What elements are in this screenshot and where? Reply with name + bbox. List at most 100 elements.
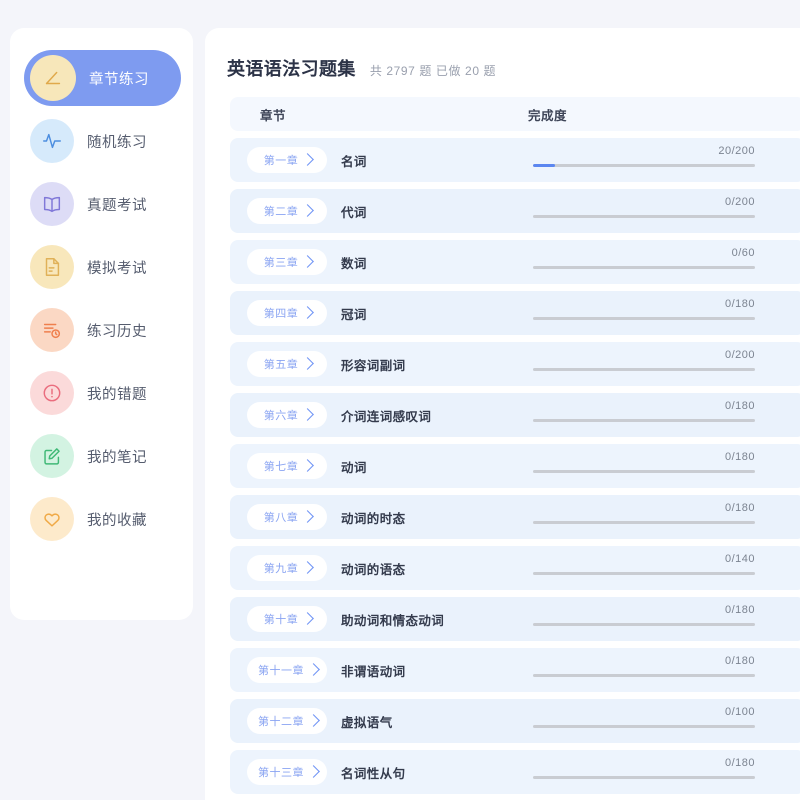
progress-label: 0/100	[724, 706, 755, 718]
chapter-pill[interactable]: 第二章	[247, 198, 327, 224]
progress-cell: 0/140	[533, 552, 755, 575]
progress-track	[533, 266, 755, 269]
progress-cell: 0/200	[533, 348, 755, 371]
chapter-pill[interactable]: 第八章	[247, 504, 327, 530]
sidebar-item-label: 练习历史	[87, 323, 147, 340]
table-row[interactable]: 第六章 介词连词感叹词 0/180	[230, 393, 800, 437]
progress-fill	[533, 164, 556, 167]
chapter-pill[interactable]: 第十章	[247, 606, 327, 632]
chevron-right-icon	[301, 255, 315, 268]
chapter-pill[interactable]: 第十三章	[247, 759, 327, 785]
chevron-right-icon	[301, 153, 315, 166]
chapter-pill[interactable]: 第一章	[247, 147, 327, 173]
chapter-pill-label: 第十一章	[258, 665, 304, 677]
sidebar-item-label: 我的错题	[87, 386, 147, 403]
exam-paper-icon	[30, 245, 74, 289]
progress-track	[533, 317, 755, 320]
heart-icon	[30, 497, 74, 541]
progress-label: 0/180	[724, 757, 755, 769]
progress-cell: 0/180	[533, 297, 755, 320]
progress-label: 0/180	[724, 298, 755, 310]
sidebar-item-3[interactable]: 真题考试	[24, 176, 181, 232]
book-icon	[30, 182, 74, 226]
chapter-title: 动词	[341, 460, 367, 475]
app-root: 章节练习随机练习真题考试模拟考试练习历史我的错题我的笔记我的收藏 英语语法习题集…	[0, 0, 800, 800]
table-row[interactable]: 第八章 动词的时态 0/180	[230, 495, 800, 539]
table-row[interactable]: 第五章 形容词副词 0/200	[230, 342, 800, 386]
progress-track	[533, 725, 755, 728]
chapter-pill[interactable]: 第九章	[247, 555, 327, 581]
progress-label: 0/180	[724, 655, 755, 667]
table-row[interactable]: 第七章 动词 0/180	[230, 444, 800, 488]
sidebar-item-6[interactable]: 我的错题	[24, 365, 181, 421]
table-header-row: 章节 完成度	[230, 97, 800, 131]
chapter-pill[interactable]: 第十一章	[247, 657, 327, 683]
chapter-title: 动词的时态	[341, 511, 406, 526]
chapter-pill[interactable]: 第六章	[247, 402, 327, 428]
table-row[interactable]: 第一章 名词 20/200	[230, 138, 800, 182]
angle-ruler-icon	[30, 55, 76, 101]
chevron-right-icon	[307, 765, 320, 778]
table-row[interactable]: 第十三章 名词性从句 0/180	[230, 750, 800, 794]
table-row[interactable]: 第三章 数词 0/60	[230, 240, 800, 284]
progress-track	[533, 419, 755, 422]
sidebar-item-2[interactable]: 随机练习	[24, 113, 181, 169]
chapter-title: 虚拟语气	[341, 715, 393, 730]
alert-circle-icon	[30, 371, 74, 415]
sidebar-item-1[interactable]: 章节练习	[24, 50, 181, 106]
chapter-pill-label: 第十二章	[258, 716, 304, 728]
chapter-pill-label: 第二章	[263, 206, 299, 218]
question-count-summary: 共 2797 题 已做 20 题	[369, 64, 497, 78]
progress-track	[533, 215, 755, 218]
main-panel: 英语语法习题集 共 2797 题 已做 20 题 章节 完成度 第一章 名词 20/…	[205, 28, 800, 800]
sidebar: 章节练习随机练习真题考试模拟考试练习历史我的错题我的笔记我的收藏	[10, 28, 193, 620]
chapter-title: 非谓语动词	[341, 664, 406, 679]
table-body: 第一章 名词 20/200 第二章 代词 0/200 第三章 数词 0/60 第四章 冠词 0/180…	[230, 138, 800, 794]
chapter-table: 章节 完成度 第一章 名词 20/200 第二章 代词 0/200 第三章 数词 0/60 第四章…	[205, 97, 800, 794]
chevron-right-icon	[301, 408, 315, 421]
chapter-pill-label: 第一章	[263, 155, 299, 167]
chevron-right-icon	[301, 561, 315, 574]
history-icon	[30, 308, 74, 352]
progress-cell: 0/180	[533, 450, 755, 473]
progress-label: 0/180	[724, 400, 755, 412]
chapter-pill-label: 第五章	[263, 359, 299, 371]
note-edit-icon	[30, 434, 74, 478]
progress-label: 0/180	[724, 451, 755, 463]
chapter-pill-label: 第十三章	[258, 767, 304, 779]
column-header-chapter: 章节	[260, 108, 287, 123]
page-title: 英语语法习题集	[227, 59, 356, 79]
sidebar-item-5[interactable]: 练习历史	[24, 302, 181, 358]
table-row[interactable]: 第十一章 非谓语动词 0/180	[230, 648, 800, 692]
chapter-title: 数词	[341, 256, 367, 271]
progress-label: 0/140	[724, 553, 755, 565]
table-row[interactable]: 第十章 助动词和情态动词 0/180	[230, 597, 800, 641]
chapter-pill[interactable]: 第十二章	[247, 708, 327, 734]
progress-cell: 0/180	[533, 756, 755, 779]
page-header: 英语语法习题集 共 2797 题 已做 20 题	[205, 28, 800, 81]
progress-cell: 0/180	[533, 654, 755, 677]
table-row[interactable]: 第九章 动词的语态 0/140	[230, 546, 800, 590]
progress-cell: 0/100	[533, 705, 755, 728]
table-row[interactable]: 第二章 代词 0/200	[230, 189, 800, 233]
chapter-pill[interactable]: 第五章	[247, 351, 327, 377]
sidebar-item-7[interactable]: 我的笔记	[24, 428, 181, 484]
sidebar-item-label: 随机练习	[87, 134, 147, 151]
progress-label: 0/200	[724, 349, 755, 361]
table-row[interactable]: 第十二章 虚拟语气 0/100	[230, 699, 800, 743]
chevron-right-icon	[301, 306, 315, 319]
chapter-title: 冠词	[341, 307, 367, 322]
column-header-progress: 完成度	[528, 108, 568, 123]
sidebar-item-4[interactable]: 模拟考试	[24, 239, 181, 295]
sidebar-item-label: 真题考试	[87, 197, 147, 214]
sidebar-item-label: 章节练习	[89, 71, 149, 88]
table-row[interactable]: 第四章 冠词 0/180	[230, 291, 800, 335]
progress-cell: 0/180	[533, 399, 755, 422]
chapter-pill[interactable]: 第四章	[247, 300, 327, 326]
progress-track	[533, 164, 755, 167]
progress-track	[533, 674, 755, 677]
chapter-title: 形容词副词	[341, 358, 406, 373]
sidebar-item-8[interactable]: 我的收藏	[24, 491, 181, 547]
chapter-pill[interactable]: 第七章	[247, 453, 327, 479]
chapter-pill[interactable]: 第三章	[247, 249, 327, 275]
